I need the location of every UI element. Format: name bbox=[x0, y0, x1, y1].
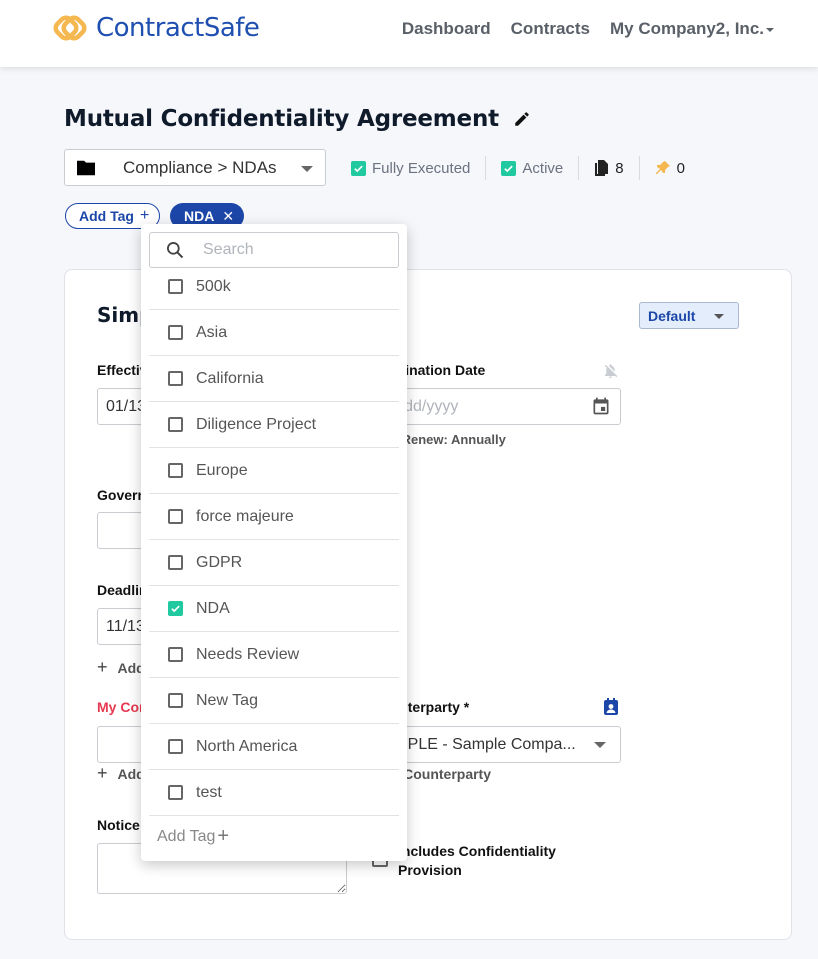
tag-option-label: GDPR bbox=[196, 553, 243, 571]
checkbox-checked-icon[interactable] bbox=[501, 160, 517, 176]
dropdown-add-tag-label: Add Tag bbox=[157, 827, 216, 845]
title-row: Mutual Confidentiality Agreement bbox=[64, 106, 531, 132]
caret-down-icon bbox=[301, 166, 313, 172]
checkbox-unchecked-icon[interactable] bbox=[168, 325, 183, 340]
divider bbox=[638, 156, 640, 180]
add-deadline-link[interactable]: + Add bbox=[97, 657, 145, 678]
checkbox-unchecked-icon[interactable] bbox=[168, 279, 183, 294]
checkbox-unchecked-icon[interactable] bbox=[168, 785, 183, 800]
nav-dashboard[interactable]: Dashboard bbox=[402, 19, 491, 39]
checkbox-unchecked-icon[interactable] bbox=[168, 371, 183, 386]
documents-count[interactable]: 8 bbox=[594, 159, 624, 177]
divider bbox=[578, 156, 580, 180]
brand-logo[interactable]: ContractSafe bbox=[52, 10, 260, 46]
tag-option-label: New Tag bbox=[196, 691, 258, 709]
tag-option[interactable]: New Tag bbox=[149, 678, 399, 724]
search-icon bbox=[167, 242, 184, 259]
brand-name: ContractSafe bbox=[96, 13, 260, 43]
tag-search-box[interactable] bbox=[149, 232, 399, 268]
tag-chip-label: NDA bbox=[184, 208, 215, 224]
confidentiality-label: Includes Confidentiality Provision bbox=[398, 843, 556, 878]
fully-executed-toggle[interactable]: Fully Executed bbox=[351, 160, 470, 177]
notice-label: Notice bbox=[97, 817, 140, 833]
divider bbox=[485, 156, 487, 180]
status-row: Fully Executed Active 8 0 bbox=[351, 156, 685, 180]
documents-icon bbox=[595, 160, 609, 176]
notifications-off-bell-icon[interactable] bbox=[602, 362, 619, 380]
tag-dropdown-menu: 500k Asia California Diligence Project E… bbox=[141, 224, 407, 861]
plus-icon: + bbox=[139, 207, 150, 224]
tag-option[interactable]: California bbox=[149, 356, 399, 402]
termination-date-input[interactable]: mm/dd/yyyy bbox=[372, 388, 621, 425]
checkbox-checked-icon[interactable] bbox=[351, 160, 366, 176]
tag-option[interactable]: Needs Review bbox=[149, 632, 399, 678]
contractsafe-logo-icon bbox=[53, 15, 87, 41]
view-select-button[interactable]: Default bbox=[639, 302, 739, 329]
active-label: Active bbox=[522, 159, 564, 177]
pins-count-value: 0 bbox=[676, 159, 685, 177]
top-navbar: ContractSafe Dashboard Contracts My Comp… bbox=[0, 0, 818, 67]
pins-count[interactable]: 0 bbox=[655, 160, 685, 177]
tag-option[interactable]: North America bbox=[149, 724, 399, 770]
tag-option-label: Europe bbox=[196, 461, 248, 479]
contact-card-icon[interactable] bbox=[603, 698, 619, 716]
checkbox-unchecked-icon[interactable] bbox=[168, 647, 183, 662]
tag-option[interactable]: GDPR bbox=[149, 540, 399, 586]
tag-option[interactable]: Europe bbox=[149, 448, 399, 494]
tag-option-label: force majeure bbox=[196, 507, 294, 525]
tag-search-input[interactable] bbox=[203, 241, 373, 259]
company-name: My Company2, Inc. bbox=[610, 19, 764, 38]
plus-icon: + bbox=[217, 825, 230, 847]
documents-count-value: 8 bbox=[615, 159, 624, 177]
plus-icon: + bbox=[97, 763, 108, 783]
tag-option-label: 500k bbox=[196, 277, 231, 295]
tag-option[interactable]: force majeure bbox=[149, 494, 399, 540]
checkbox-unchecked-icon[interactable] bbox=[168, 693, 183, 708]
tag-options-list: 500k Asia California Diligence Project E… bbox=[149, 264, 399, 816]
tag-option[interactable]: Diligence Project bbox=[149, 402, 399, 448]
checkbox-unchecked-icon[interactable] bbox=[168, 509, 183, 524]
checkbox-unchecked-icon[interactable] bbox=[168, 555, 183, 570]
folder-select[interactable]: Compliance > NDAs bbox=[64, 149, 326, 186]
caret-down-icon bbox=[766, 27, 774, 32]
tag-option-label: California bbox=[196, 369, 264, 387]
checkbox-unchecked-icon[interactable] bbox=[168, 463, 183, 478]
checkbox-unchecked-icon[interactable] bbox=[168, 417, 183, 432]
view-select-label: Default bbox=[648, 307, 696, 324]
tag-option-label: Needs Review bbox=[196, 645, 300, 663]
tag-option-label: North America bbox=[196, 737, 298, 755]
pushpin-icon bbox=[655, 161, 670, 174]
tag-option[interactable]: Asia bbox=[149, 310, 399, 356]
add-tag-label: Add Tag bbox=[79, 208, 134, 224]
folder-path: Compliance > NDAs bbox=[123, 157, 277, 177]
page-title: Mutual Confidentiality Agreement bbox=[64, 106, 499, 132]
checkbox-checked-icon[interactable] bbox=[168, 601, 183, 616]
checkbox-unchecked-icon[interactable] bbox=[168, 739, 183, 754]
dropdown-add-tag-button[interactable]: Add Tag + bbox=[157, 825, 229, 848]
plus-icon: + bbox=[97, 657, 108, 677]
tag-option-label: NDA bbox=[196, 599, 230, 617]
main-nav: Dashboard Contracts My Company2, Inc. bbox=[402, 19, 774, 39]
pencil-edit-icon[interactable] bbox=[513, 110, 531, 128]
tag-option[interactable]: 500k bbox=[149, 264, 399, 310]
calendar-icon[interactable] bbox=[591, 396, 611, 416]
fully-executed-label: Fully Executed bbox=[372, 159, 471, 177]
tag-option-label: test bbox=[196, 783, 222, 801]
tag-option-label: Asia bbox=[196, 323, 228, 341]
counterparty-select[interactable]: SAMPLE - Sample Compa... bbox=[372, 726, 621, 763]
tag-option-label: Diligence Project bbox=[196, 415, 317, 433]
add-my-company-link[interactable]: + Add bbox=[97, 763, 145, 784]
active-toggle[interactable]: Active bbox=[501, 160, 563, 177]
nav-contracts[interactable]: Contracts bbox=[511, 19, 590, 39]
tag-option-selected[interactable]: NDA bbox=[149, 586, 399, 632]
caret-down-icon bbox=[594, 742, 606, 748]
folder-icon bbox=[77, 160, 95, 175]
nav-company-menu[interactable]: My Company2, Inc. bbox=[610, 19, 774, 39]
tag-option[interactable]: test bbox=[149, 770, 399, 816]
caret-down-icon bbox=[714, 314, 724, 319]
remove-tag-icon[interactable]: ✕ bbox=[222, 208, 234, 225]
